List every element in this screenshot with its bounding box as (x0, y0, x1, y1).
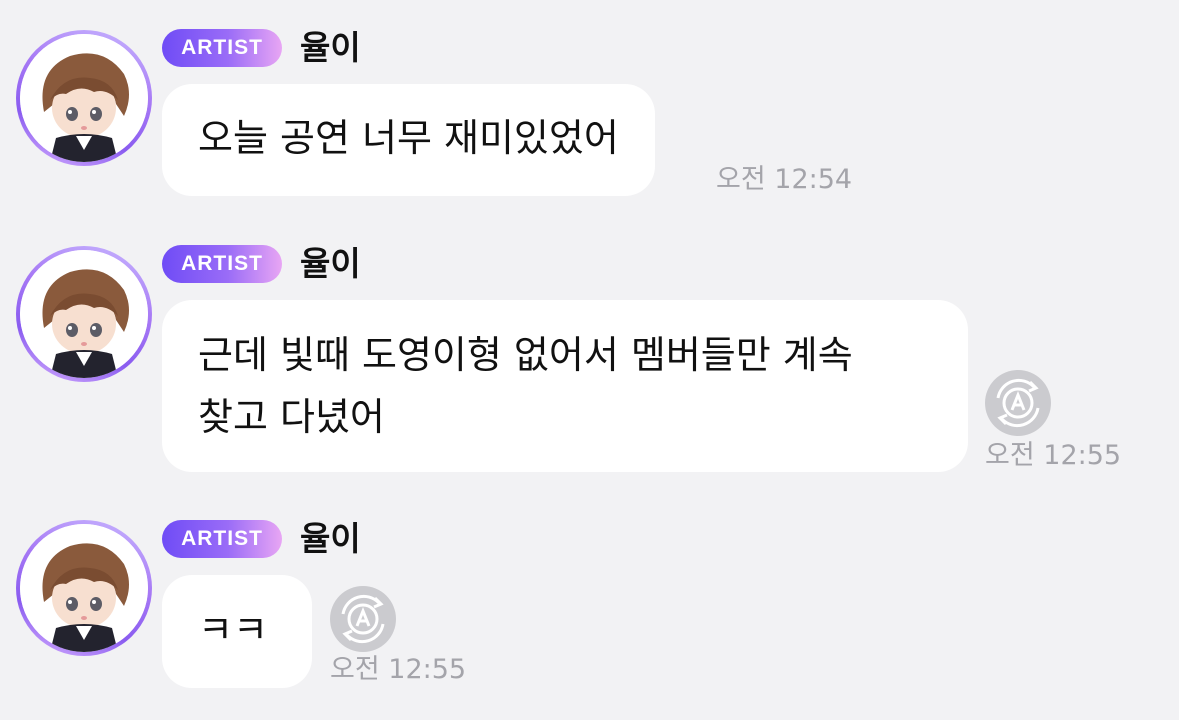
message-bubble[interactable]: 근데 빛때 도영이형 없어서 멤버들만 계속 찾고 다녔어 (162, 300, 968, 472)
sender-name: 율이 (300, 28, 361, 67)
avatar-image (20, 34, 148, 162)
avatar-image (20, 250, 148, 378)
avatar-image (20, 524, 148, 652)
timestamp: 오전 12:55 (330, 654, 467, 685)
artist-badge: ARTIST (162, 520, 282, 558)
translate-button[interactable] (330, 586, 396, 652)
message-text-line: 찾고 다녔어 (198, 395, 385, 439)
message-bubble[interactable]: ㅋㅋ (162, 575, 312, 688)
artist-badge: ARTIST (162, 29, 282, 67)
timestamp: 오전 12:55 (985, 440, 1122, 471)
avatar[interactable] (16, 520, 152, 656)
sender-name: 율이 (300, 519, 361, 558)
avatar[interactable] (16, 30, 152, 166)
translate-button[interactable] (985, 370, 1051, 436)
auto-translate-icon (341, 594, 385, 644)
message-text-line: 오늘 공연 너무 재미있었어 (198, 116, 619, 160)
timestamp: 오전 12:54 (716, 164, 853, 195)
auto-translate-icon (996, 378, 1040, 428)
sender-name: 율이 (300, 244, 361, 283)
message-text-line: ㅋㅋ (198, 608, 268, 652)
message-text-line: 근데 빛때 도영이형 없어서 멤버들만 계속 (198, 333, 853, 377)
message-bubble[interactable]: 오늘 공연 너무 재미있었어 (162, 84, 655, 196)
avatar[interactable] (16, 246, 152, 382)
artist-badge: ARTIST (162, 245, 282, 283)
